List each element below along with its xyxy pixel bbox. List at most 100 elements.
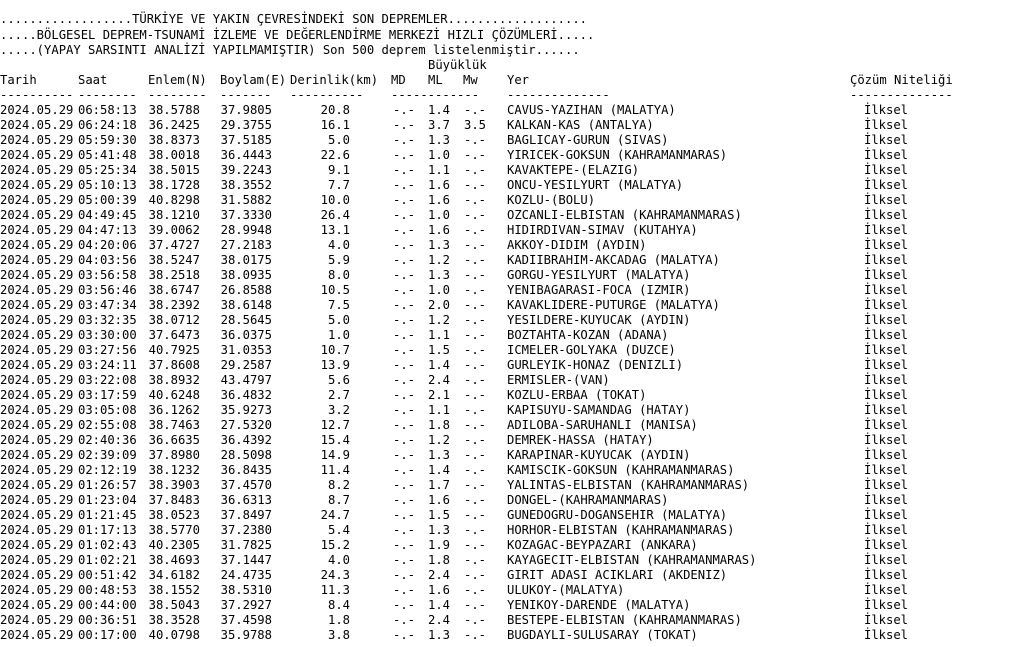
row-mw: -.- xyxy=(464,598,487,612)
table-row: 2024.05.29 03:24:11 37.8608 29.2587 13.9 -.- 1… xyxy=(0,358,1030,373)
row-solution-quality: İlksel xyxy=(864,133,909,147)
row-md: -.- xyxy=(393,568,416,582)
row-longitude: 38.0175 xyxy=(220,253,272,267)
row-solution-quality: İlksel xyxy=(864,418,909,432)
row-longitude: 27.5320 xyxy=(220,418,272,432)
column-header-row: Tarih Saat Enlem(N) Boylam(E) Derinlik(k… xyxy=(0,73,1030,88)
row-latitude: 34.6182 xyxy=(148,568,200,582)
row-date: 2024.05.29 xyxy=(0,553,74,567)
row-ml: 1.8 xyxy=(428,553,451,567)
row-longitude: 28.5645 xyxy=(220,313,272,327)
row-solution-quality: İlksel xyxy=(864,388,909,402)
row-depth: 11.3 xyxy=(320,583,350,597)
row-depth: 14.9 xyxy=(320,448,350,462)
row-place: BUGDAYLI-SULUSARAY (TOKAT) xyxy=(507,628,698,642)
row-longitude: 38.3552 xyxy=(220,178,272,192)
table-row: 2024.05.29 00:51:42 34.6182 24.4735 24.3 -.- 2… xyxy=(0,568,1030,583)
table-row: 2024.05.29 04:47:13 39.0062 28.9948 13.1 -.- 1… xyxy=(0,223,1030,238)
row-place: HIDIRDIVAN-SIMAV (KUTAHYA) xyxy=(507,223,698,237)
row-depth: 5.4 xyxy=(327,523,350,537)
row-date: 2024.05.29 xyxy=(0,568,74,582)
row-longitude: 36.4443 xyxy=(220,148,272,162)
row-latitude: 38.5788 xyxy=(148,103,200,117)
row-longitude: 43.4797 xyxy=(220,373,272,387)
row-depth: 4.0 xyxy=(327,553,350,567)
header-time: Saat xyxy=(78,73,108,87)
row-ml: 1.4 xyxy=(428,358,451,372)
row-time: 01:02:43 xyxy=(78,538,137,552)
row-mw: -.- xyxy=(464,358,487,372)
row-depth: 22.6 xyxy=(320,148,350,162)
row-time: 01:23:04 xyxy=(78,493,137,507)
row-longitude: 35.9273 xyxy=(220,403,272,417)
table-row: 2024.05.29 05:10:13 38.1728 38.3552 7.7 -.- 1.… xyxy=(0,178,1030,193)
table-row: 2024.05.29 03:56:58 38.2518 38.0935 8.0 -.- 1.… xyxy=(0,268,1030,283)
row-mw: -.- xyxy=(464,223,487,237)
row-latitude: 38.1232 xyxy=(148,463,200,477)
row-place: KAVAKTEPE-(ELAZIG) xyxy=(507,163,640,177)
row-longitude: 37.1447 xyxy=(220,553,272,567)
row-ml: 1.6 xyxy=(428,493,451,507)
row-date: 2024.05.29 xyxy=(0,613,74,627)
row-date: 2024.05.29 xyxy=(0,388,74,402)
row-solution-quality: İlksel xyxy=(864,403,909,417)
row-solution-quality: İlksel xyxy=(864,298,909,312)
row-solution-quality: İlksel xyxy=(864,568,909,582)
row-date: 2024.05.29 xyxy=(0,133,74,147)
row-time: 02:40:36 xyxy=(78,433,137,447)
row-date: 2024.05.29 xyxy=(0,238,74,252)
row-mw: -.- xyxy=(464,433,487,447)
row-md: -.- xyxy=(393,433,416,447)
row-place: ULUKOY-(MALATYA) xyxy=(507,583,625,597)
row-mw: 3.5 xyxy=(464,118,487,132)
row-date: 2024.05.29 xyxy=(0,148,74,162)
table-row: 2024.05.29 03:47:34 38.2392 38.6148 7.5 -.- 2.… xyxy=(0,298,1030,313)
row-depth: 26.4 xyxy=(320,208,350,222)
row-place: OZCANLI-ELBISTAN (KAHRAMANMARAS) xyxy=(507,208,742,222)
row-ml: 1.2 xyxy=(428,313,451,327)
row-time: 01:17:13 xyxy=(78,523,137,537)
row-time: 03:30:00 xyxy=(78,328,137,342)
row-mw: -.- xyxy=(464,478,487,492)
row-latitude: 38.0712 xyxy=(148,313,200,327)
row-latitude: 38.1552 xyxy=(148,583,200,597)
row-depth: 15.2 xyxy=(320,538,350,552)
row-time: 06:24:18 xyxy=(78,118,137,132)
row-md: -.- xyxy=(393,358,416,372)
row-ml: 2.0 xyxy=(428,298,451,312)
row-longitude: 36.8435 xyxy=(220,463,272,477)
row-latitude: 38.0523 xyxy=(148,508,200,522)
row-mw: -.- xyxy=(464,523,487,537)
table-row: 2024.05.29 02:40:36 36.6635 36.4392 15.4 -.- 1… xyxy=(0,433,1030,448)
row-date: 2024.05.29 xyxy=(0,508,74,522)
row-place: AKKOY-DIDIM (AYDIN) xyxy=(507,238,647,252)
row-solution-quality: İlksel xyxy=(864,463,909,477)
row-ml: 1.0 xyxy=(428,148,451,162)
row-mw: -.- xyxy=(464,613,487,627)
table-row: 2024.05.29 01:23:04 37.8483 36.6313 8.7 -.- 1.… xyxy=(0,493,1030,508)
row-date: 2024.05.29 xyxy=(0,328,74,342)
table-row: 2024.05.29 03:17:59 40.6248 36.4832 2.7 -.- 2.… xyxy=(0,388,1030,403)
row-ml: 1.3 xyxy=(428,448,451,462)
table-row: 2024.05.29 00:44:00 38.5043 37.2927 8.4 -.- 1.… xyxy=(0,598,1030,613)
row-longitude: 36.4392 xyxy=(220,433,272,447)
row-time: 00:51:42 xyxy=(78,568,137,582)
row-time: 05:25:34 xyxy=(78,163,137,177)
table-row: 2024.05.29 02:55:08 38.7463 27.5320 12.7 -.- 1… xyxy=(0,418,1030,433)
row-md: -.- xyxy=(393,178,416,192)
row-time: 04:47:13 xyxy=(78,223,137,237)
row-place: BOZTAHTA-KOZAN (ADANA) xyxy=(507,328,669,342)
row-time: 04:49:45 xyxy=(78,208,137,222)
row-ml: 1.6 xyxy=(428,223,451,237)
row-latitude: 38.5770 xyxy=(148,523,200,537)
row-latitude: 38.5247 xyxy=(148,253,200,267)
row-md: -.- xyxy=(393,538,416,552)
row-longitude: 37.3330 xyxy=(220,208,272,222)
row-solution-quality: İlksel xyxy=(864,613,909,627)
row-md: -.- xyxy=(393,523,416,537)
table-row: 2024.05.29 05:25:34 38.5015 39.2243 9.1 -.- 1.… xyxy=(0,163,1030,178)
row-longitude: 38.6148 xyxy=(220,298,272,312)
row-time: 01:02:21 xyxy=(78,553,137,567)
row-date: 2024.05.29 xyxy=(0,433,74,447)
row-date: 2024.05.29 xyxy=(0,253,74,267)
